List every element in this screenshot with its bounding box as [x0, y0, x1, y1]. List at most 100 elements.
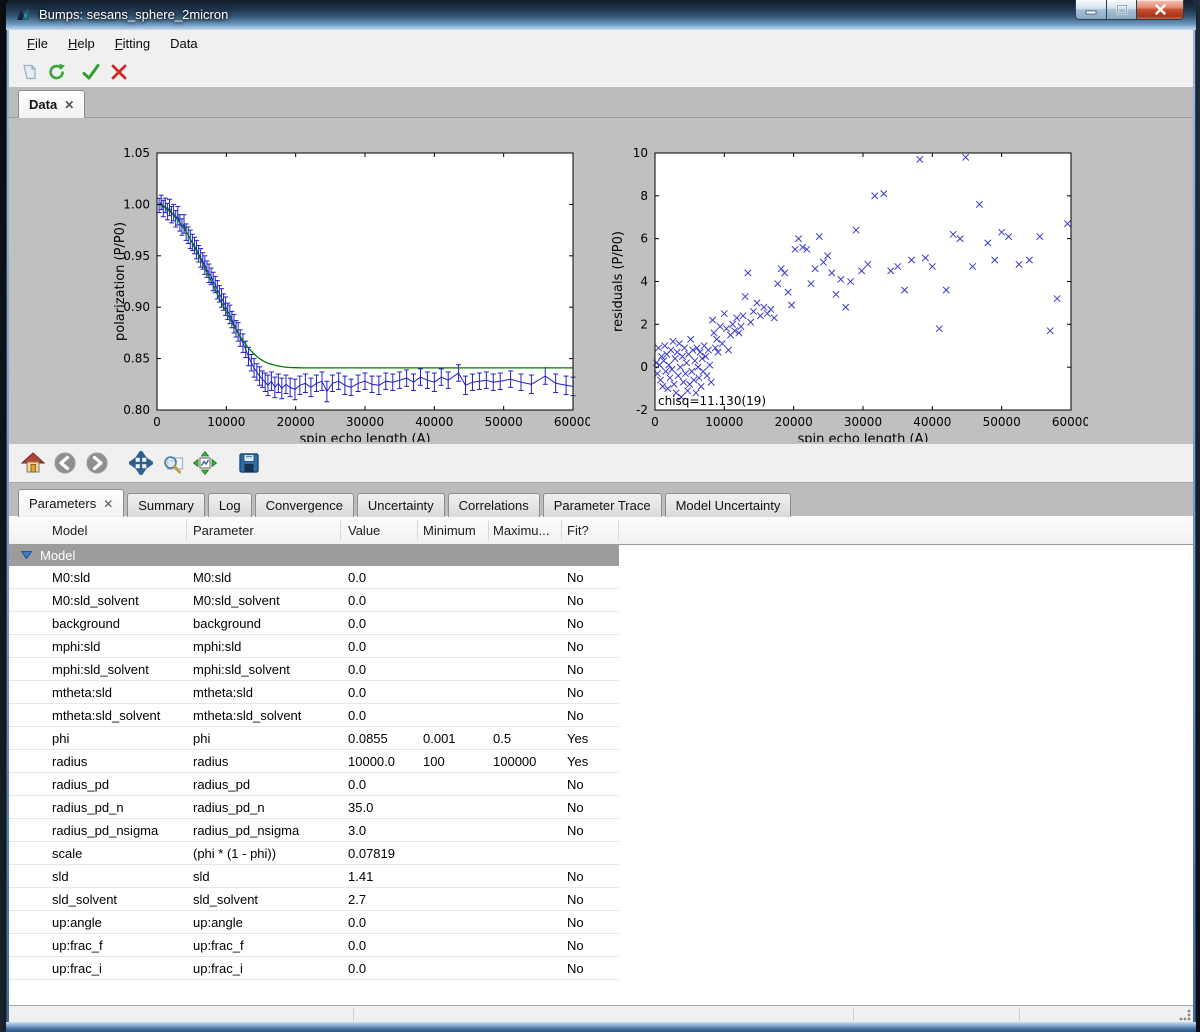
column-divider [561, 520, 562, 540]
table-row[interactable]: scale(phi * (1 - phi))0.07819 [9, 842, 619, 865]
table-row[interactable]: up:frac_iup:frac_i0.0No [9, 957, 619, 980]
svg-text:10000: 10000 [207, 415, 245, 429]
cell: 0.0 [348, 566, 366, 588]
table-row[interactable]: M0:sldM0:sld0.0No [9, 566, 619, 589]
menu-fitting[interactable]: Fitting [105, 32, 160, 55]
titlebar[interactable]: Bumps: sesans_sphere_2micron [6, 0, 1196, 30]
column-header-minimum[interactable]: Minimum [423, 517, 476, 543]
table-row[interactable]: radius_pd_nradius_pd_n35.0No [9, 796, 619, 819]
pan-icon[interactable] [126, 448, 156, 478]
table-row[interactable]: radiusradius10000.0100100000Yes [9, 750, 619, 773]
menu-data[interactable]: Data [160, 32, 207, 55]
polarization-plot[interactable]: 01000020000300004000050000600000.800.850… [110, 140, 590, 442]
table-row[interactable]: M0:sld_solventM0:sld_solvent0.0No [9, 589, 619, 612]
tab-summary[interactable]: Summary [127, 493, 205, 517]
collapse-triangle-icon[interactable] [21, 551, 32, 559]
table-row[interactable]: mtheta:sldmtheta:sld0.0No [9, 681, 619, 704]
tab-label: Log [219, 498, 241, 513]
column-header-value[interactable]: Value [348, 517, 380, 543]
tab-label: Summary [138, 498, 194, 513]
column-header-fit[interactable]: Fit? [567, 517, 589, 543]
table-row[interactable]: backgroundbackground0.0No [9, 612, 619, 635]
cancel-icon[interactable] [106, 60, 132, 84]
cell: No [567, 796, 584, 818]
table-row[interactable]: up:angleup:angle0.0No [9, 911, 619, 934]
cell: mtheta:sld_solvent [52, 704, 160, 726]
back-icon[interactable] [50, 448, 80, 478]
column-header-parameter[interactable]: Parameter [193, 517, 254, 543]
cell: 0.001 [423, 727, 456, 749]
residuals-plot[interactable]: 0100002000030000400005000060000-20246810… [608, 140, 1088, 442]
minimize-button[interactable] [1075, 0, 1107, 20]
cell: sld [193, 865, 210, 887]
cell: 0.0 [348, 635, 366, 657]
table-row[interactable]: sldsld1.41No [9, 865, 619, 888]
cell: 2.7 [348, 888, 366, 910]
column-header-maximu[interactable]: Maximu... [493, 517, 549, 543]
cell: radius_pd_nsigma [193, 819, 299, 841]
column-divider [618, 520, 619, 540]
cell: radius [52, 750, 87, 772]
svg-text:20000: 20000 [775, 415, 813, 429]
table-row[interactable]: mphi:sld_solventmphi:sld_solvent0.0No [9, 658, 619, 681]
tab-parameter-trace[interactable]: Parameter Trace [543, 493, 662, 517]
cell: 0.0 [348, 612, 366, 634]
cell: 0.0 [348, 957, 366, 979]
table-group-row[interactable]: Model [9, 544, 619, 566]
table-row[interactable]: phiphi0.08550.0010.5Yes [9, 727, 619, 750]
menu-help[interactable]: Help [58, 32, 105, 55]
tab-label: Convergence [266, 498, 343, 513]
cell: mtheta:sld [52, 681, 112, 703]
resize-grip[interactable] [1179, 1009, 1191, 1021]
cell: Yes [567, 750, 588, 772]
cell: No [567, 681, 584, 703]
table-row[interactable]: up:frac_fup:frac_f0.0No [9, 934, 619, 957]
svg-text:1.05: 1.05 [123, 146, 150, 160]
zoom-icon[interactable] [158, 448, 188, 478]
panel-tabstrip: Parameters✕ Summary Log Convergence Uncertai… [9, 482, 1193, 517]
tab-uncertainty[interactable]: Uncertainty [357, 493, 445, 517]
main-toolbar [9, 57, 1193, 87]
home-icon[interactable] [18, 448, 48, 478]
table-row[interactable]: radius_pd_nsigmaradius_pd_nsigma3.0No [9, 819, 619, 842]
menu-file[interactable]: File [17, 32, 58, 55]
cell: Yes [567, 727, 588, 749]
table-row[interactable]: sld_solventsld_solvent2.7No [9, 888, 619, 911]
svg-text:20000: 20000 [277, 415, 315, 429]
tab-close-icon[interactable]: ✕ [103, 498, 113, 510]
table-row[interactable]: mtheta:sld_solventmtheta:sld_solvent0.0N… [9, 704, 619, 727]
cell: M0:sld [52, 566, 90, 588]
window-title: Bumps: sesans_sphere_2micron [39, 7, 228, 22]
tab-correlations[interactable]: Correlations [448, 493, 540, 517]
tab-log[interactable]: Log [208, 493, 252, 517]
table-row[interactable]: radius_pdradius_pd0.0No [9, 773, 619, 796]
column-header-model[interactable]: Model [52, 517, 87, 543]
tab-parameters[interactable]: Parameters✕ [18, 489, 124, 517]
cell: 0.5 [493, 727, 511, 749]
app-icon [16, 7, 32, 23]
cell: No [567, 704, 584, 726]
svg-text:4: 4 [640, 275, 648, 289]
column-divider [186, 520, 187, 540]
table-row[interactable]: mphi:sldmphi:sld0.0No [9, 635, 619, 658]
tab-convergence[interactable]: Convergence [255, 493, 354, 517]
accept-icon[interactable] [78, 60, 104, 84]
subplots-icon[interactable] [190, 448, 220, 478]
reload-icon[interactable] [44, 60, 70, 84]
cell: 0.0 [348, 934, 366, 956]
tab-close-icon[interactable]: ✕ [64, 99, 74, 111]
save-icon[interactable] [234, 448, 264, 478]
forward-icon[interactable] [82, 448, 112, 478]
plot-toolbar [9, 444, 1193, 482]
cell: scale [52, 842, 82, 864]
cell: (phi * (1 - phi)) [193, 842, 276, 864]
svg-text:chisq=11.130(19): chisq=11.130(19) [658, 394, 766, 408]
tab-data[interactable]: Data ✕ [18, 90, 85, 118]
maximize-button[interactable] [1107, 0, 1137, 20]
tab-label: Data [29, 97, 57, 112]
close-button[interactable] [1137, 0, 1184, 20]
document-icon[interactable] [16, 60, 42, 84]
cell: sld [52, 865, 69, 887]
cell: sld_solvent [52, 888, 117, 910]
tab-model-uncertainty[interactable]: Model Uncertainty [665, 493, 792, 517]
